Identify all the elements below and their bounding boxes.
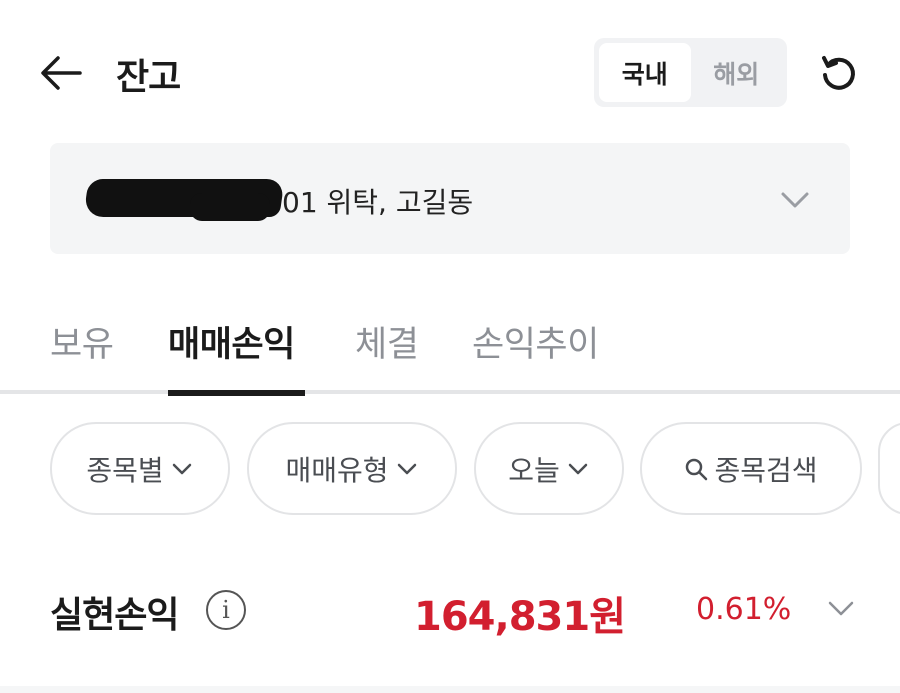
segment-domestic[interactable]: 국내	[599, 43, 691, 102]
stock-search-button[interactable]: 종목검색	[640, 422, 862, 515]
info-icon[interactable]: i	[206, 590, 246, 630]
search-icon	[684, 457, 708, 481]
filter-label: 종목검색	[714, 453, 818, 487]
tab-holdings[interactable]: 보유	[50, 316, 114, 367]
market-segmented-control: 국내 해외	[594, 38, 787, 107]
back-button[interactable]	[38, 52, 84, 94]
tab-trading-pnl[interactable]: 매매손익	[168, 316, 295, 367]
refresh-icon	[822, 56, 855, 90]
more-filter-chip[interactable]	[878, 422, 900, 515]
chevron-down-icon	[395, 457, 419, 481]
tab-divider	[0, 390, 900, 394]
arrow-left-icon	[41, 56, 82, 90]
filter-label: 오늘	[508, 453, 560, 487]
expand-button[interactable]	[826, 594, 856, 624]
chevron-down-icon	[566, 457, 590, 481]
segment-overseas[interactable]: 해외	[691, 43, 783, 102]
realized-pnl-amount: 164,831원	[414, 594, 626, 640]
active-tab-indicator	[168, 390, 305, 396]
balance-screen: 잔고 국내 해외 01 위탁, 고길동 보유 매매손익 체결 손익추이 종목별	[0, 0, 900, 693]
chevron-down-icon	[170, 457, 194, 481]
tab-bar: 보유 매매손익 체결 손익추이	[0, 300, 900, 396]
tab-executions[interactable]: 체결	[355, 316, 419, 367]
filter-by-stock[interactable]: 종목별	[50, 422, 230, 515]
redacted-account-number-part	[190, 193, 270, 221]
section-separator	[0, 686, 900, 693]
filter-period[interactable]: 오늘	[474, 422, 624, 515]
account-selector[interactable]: 01 위탁, 고길동	[50, 143, 850, 254]
account-label: 01 위탁, 고길동	[282, 186, 474, 219]
filter-label: 매매유형	[285, 453, 389, 487]
chevron-down-icon	[780, 185, 810, 215]
tab-pnl-trend[interactable]: 손익추이	[472, 316, 599, 367]
realized-pnl-label: 실현손익	[50, 595, 179, 636]
filter-trade-type[interactable]: 매매유형	[247, 422, 457, 515]
filter-label: 종목별	[86, 453, 164, 487]
page-title: 잔고	[116, 57, 181, 98]
realized-pnl-rate: 0.61%	[696, 592, 792, 627]
refresh-button[interactable]	[816, 50, 862, 96]
chevron-down-icon	[828, 601, 854, 616]
